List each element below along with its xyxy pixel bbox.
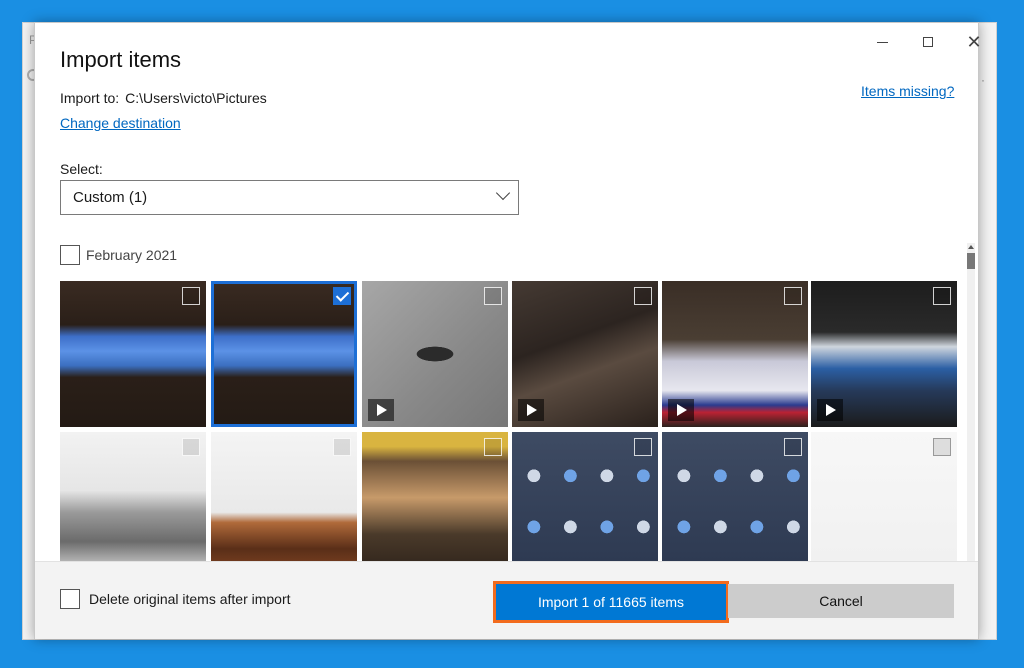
close-icon: ✕ (966, 31, 982, 52)
checkmark-icon[interactable] (333, 287, 351, 305)
select-dropdown[interactable]: Custom (1) (60, 180, 519, 215)
play-icon (368, 399, 394, 421)
group-checkbox[interactable] (60, 245, 80, 265)
vertical-scrollbar[interactable] (967, 243, 975, 561)
thumbnail-grid (60, 279, 959, 561)
thumbnail-checkbox[interactable] (634, 287, 652, 305)
thumbnail-checkbox[interactable] (484, 438, 502, 456)
thumbnail-item-selected[interactable] (211, 281, 357, 427)
import-items-dialog: ✕ Import items Import to: C:\Users\victo\… (34, 22, 982, 639)
play-icon (668, 399, 694, 421)
cancel-button[interactable]: Cancel (728, 584, 954, 618)
change-destination-link[interactable]: Change destination (60, 115, 181, 131)
thumbnail-checkbox[interactable] (933, 438, 951, 456)
thumbnail-item[interactable] (811, 432, 957, 561)
scroll-thumb[interactable] (967, 253, 975, 269)
delete-original-label: Delete original items after import (89, 591, 291, 607)
thumbnail-checkbox[interactable] (484, 287, 502, 305)
thumbnail-item[interactable] (662, 432, 808, 561)
thumbnail-checkbox[interactable] (182, 287, 200, 305)
play-icon (817, 399, 843, 421)
thumbnail-item[interactable] (362, 432, 508, 561)
select-label: Select: (60, 161, 103, 177)
thumbnail-checkbox[interactable] (634, 438, 652, 456)
delete-original-row: Delete original items after import (60, 589, 291, 609)
maximize-button[interactable] (911, 29, 945, 55)
play-icon (518, 399, 544, 421)
thumbnail-checkbox[interactable] (933, 287, 951, 305)
import-to-path: C:\Users\victo\Pictures (125, 90, 267, 106)
select-value: Custom (1) (73, 189, 148, 206)
thumbnail-item[interactable] (662, 281, 808, 427)
delete-original-checkbox[interactable] (60, 589, 80, 609)
thumbnail-checkbox[interactable] (333, 438, 351, 456)
thumbnail-checkbox[interactable] (784, 287, 802, 305)
scroll-up-icon[interactable] (967, 243, 975, 251)
import-to-row: Import to: C:\Users\victo\Pictures (60, 90, 267, 106)
group-label: February 2021 (86, 247, 178, 263)
minimize-button[interactable] (865, 29, 899, 55)
thumbnail-item[interactable] (60, 281, 206, 427)
thumbnail-item[interactable] (512, 432, 658, 561)
group-select-row: February 2021 (60, 245, 177, 265)
chevron-down-icon (495, 185, 511, 201)
thumbnail-checkbox[interactable] (182, 438, 200, 456)
thumbnail-item[interactable] (512, 281, 658, 427)
items-missing-link[interactable]: Items missing? (861, 83, 954, 99)
thumbnail-item[interactable] (211, 432, 357, 561)
import-button[interactable]: Import 1 of 11665 items (493, 581, 729, 623)
import-to-label: Import to: (60, 90, 120, 106)
thumbnail-item[interactable] (811, 281, 957, 427)
dialog-title: Import items (60, 47, 182, 72)
thumbnail-checkbox[interactable] (784, 438, 802, 456)
thumbnail-item[interactable] (60, 432, 206, 561)
background-window-dot: · (981, 73, 985, 87)
close-button[interactable]: ✕ (957, 29, 991, 55)
minimize-icon (876, 41, 888, 43)
maximize-icon (923, 37, 933, 47)
dialog-footer: Delete original items after import Impor… (35, 561, 978, 639)
thumbnail-item[interactable] (362, 281, 508, 427)
